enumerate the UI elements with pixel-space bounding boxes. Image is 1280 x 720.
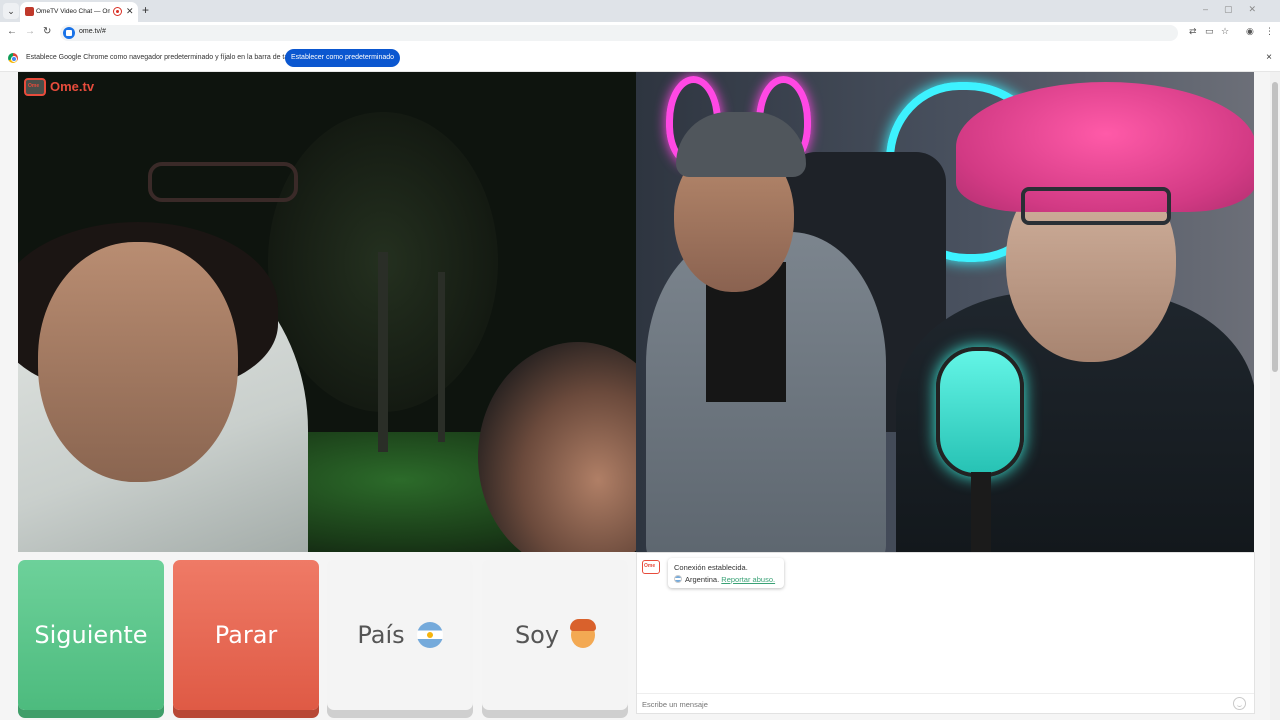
ometv-favicon-icon <box>25 7 34 16</box>
window-controls[interactable]: –▢✕ <box>1203 4 1272 15</box>
argentina-flag-icon <box>674 575 682 583</box>
chrome-logo-icon <box>8 53 18 63</box>
ometv-page: Ome.tv Siguiente Parar País Soy <box>0 72 1280 720</box>
logo-text: Ome.tv <box>50 79 95 94</box>
country-button[interactable]: País <box>327 560 473 710</box>
browser-tabbar: ⌄ OmeTV Video Chat — Ome ✕ + –▢✕ <box>0 0 1280 22</box>
country-button-label: País <box>357 621 405 649</box>
bookmark-star-icon[interactable]: ☆ <box>1221 26 1229 37</box>
cast-icon[interactable]: ▭ <box>1205 26 1214 37</box>
profile-icon[interactable]: ◉ <box>1246 26 1254 37</box>
stop-button-label: Parar <box>214 621 278 649</box>
tab-title: OmeTV Video Chat — Ome <box>36 8 110 15</box>
tab-search-button[interactable]: ⌄ <box>3 3 19 19</box>
connection-status: Conexión establecida. <box>674 563 748 572</box>
next-button[interactable]: Siguiente <box>18 560 164 710</box>
page-scrollbar[interactable] <box>1270 72 1280 720</box>
browser-tab[interactable]: OmeTV Video Chat — Ome ✕ <box>20 2 138 22</box>
boy-face-icon <box>570 619 597 648</box>
scrollbar-thumb[interactable] <box>1272 82 1278 372</box>
country-name: Argentina. <box>685 575 720 584</box>
infobar-close-button[interactable]: × <box>1266 52 1272 63</box>
gender-button-label: Soy <box>514 621 560 649</box>
browser-toolbar: ← → ↻ ome.tv/# ⇄ ▭ ☆ ◉ ⋮ <box>0 22 1280 44</box>
chat-panel: Conexión establecida. Argentina. Reporta… <box>636 552 1255 714</box>
country-line: Argentina. Reportar abuso. <box>674 575 775 584</box>
microphone <box>936 347 1024 477</box>
emoji-icon[interactable] <box>1233 697 1246 710</box>
site-info-icon[interactable] <box>63 27 75 39</box>
report-abuse-link[interactable]: Reportar abuso. <box>721 575 775 584</box>
next-button-label: Siguiente <box>34 621 148 649</box>
tab-close-button[interactable]: ✕ <box>126 6 134 17</box>
forward-arrow-icon[interactable]: → <box>25 26 35 37</box>
message-input[interactable] <box>642 697 1222 711</box>
gender-button[interactable]: Soy <box>482 560 628 710</box>
default-browser-infobar: Establece Google Chrome como navegador p… <box>0 44 1280 72</box>
address-bar[interactable]: ome.tv/# <box>60 25 1178 41</box>
stop-button[interactable]: Parar <box>173 560 319 710</box>
chat-input-area <box>637 693 1254 713</box>
url-text[interactable]: ome.tv/# <box>79 28 106 35</box>
new-tab-button[interactable]: + <box>142 3 149 17</box>
stranger-video: Ome.tv <box>18 72 636 552</box>
system-message: Conexión establecida. Argentina. Reporta… <box>668 558 784 588</box>
recording-indicator-icon <box>113 7 122 16</box>
menu-kebab-icon[interactable]: ⋮ <box>1265 26 1274 37</box>
tv-logo-icon <box>24 78 46 96</box>
ometv-logo: Ome.tv <box>24 76 94 98</box>
ometv-chat-logo-icon <box>642 560 660 574</box>
translate-icon[interactable]: ⇄ <box>1189 26 1197 37</box>
back-arrow-icon[interactable]: ← <box>7 26 17 37</box>
infobar-message: Establece Google Chrome como navegador p… <box>26 54 302 61</box>
set-default-button[interactable]: Establecer como predeterminado <box>285 49 400 67</box>
argentina-flag-icon <box>416 622 443 648</box>
reload-icon[interactable]: ↻ <box>43 26 51 37</box>
stranger-person <box>18 222 308 552</box>
self-video <box>636 72 1254 552</box>
